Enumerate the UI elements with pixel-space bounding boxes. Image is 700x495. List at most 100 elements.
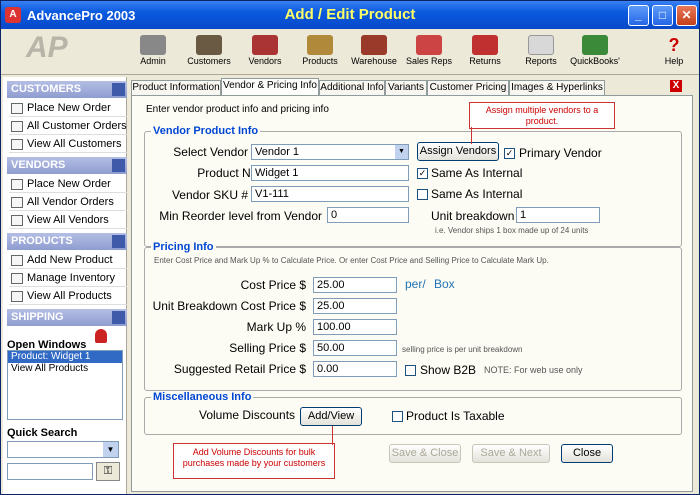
toolbar-label: Sales Reps	[405, 56, 453, 66]
customers-icon	[196, 35, 222, 55]
tab-vendor-pricing[interactable]: Vendor & Pricing Info	[221, 78, 319, 96]
list-item[interactable]: View All Products	[8, 363, 122, 375]
sidebar-item-label: Add New Product	[27, 254, 113, 266]
orders-icon	[11, 197, 23, 208]
pricing-intro: Enter Cost Price and Mark Up % to Calcul…	[154, 256, 549, 265]
assign-vendors-button[interactable]: Assign Vendors	[417, 142, 499, 161]
reports-icon	[528, 35, 554, 55]
sidebar-section-products[interactable]: PRODUCTS	[7, 233, 127, 250]
tab-variants[interactable]: Variants	[385, 80, 427, 96]
tab-images-hyperlinks[interactable]: Images & Hyperlinks	[509, 80, 605, 96]
quick-search-select[interactable]: ▼	[7, 441, 119, 458]
vendors-list-icon	[11, 215, 23, 226]
tab-customer-pricing[interactable]: Customer Pricing	[427, 80, 509, 96]
primary-vendor-checkbox[interactable]: ✓	[504, 148, 515, 159]
toolbar-reports[interactable]: Reports	[515, 33, 567, 73]
collapse-icon[interactable]	[112, 83, 125, 96]
show-b2b-label: Show B2B	[420, 363, 477, 377]
quick-search-title: Quick Search	[7, 427, 78, 439]
logo-icon: AP	[26, 31, 68, 64]
sales-reps-icon	[416, 35, 442, 55]
selling-price-field[interactable]: 50.00	[313, 340, 397, 356]
taxable-checkbox[interactable]	[392, 411, 403, 422]
sidebar-section-shipping[interactable]: SHIPPING	[7, 309, 127, 326]
list-item[interactable]: Product: Widget 1	[8, 351, 122, 363]
title-bar: A AdvancePro 2003 Add / Edit Product _ □…	[1, 1, 699, 29]
toolbar-warehouse[interactable]: Warehouse	[348, 33, 400, 73]
vendors-icon	[252, 35, 278, 55]
toolbar-admin[interactable]: Admin	[127, 33, 179, 73]
key-icon: ⚿	[103, 465, 113, 477]
save-next-button[interactable]: Save & Next	[472, 444, 550, 463]
toolbar-products[interactable]: Products	[294, 33, 346, 73]
b2b-note: NOTE: For web use only	[484, 365, 583, 375]
sidebar-item-place-new-order[interactable]: Place New Order	[9, 100, 127, 117]
orders-icon	[11, 121, 23, 132]
sidebar-item-add-new-product[interactable]: Add New Product	[9, 252, 127, 269]
show-b2b-checkbox[interactable]	[405, 365, 416, 376]
sidebar-item-view-all-customers[interactable]: View All Customers	[9, 136, 127, 153]
pin-icon[interactable]	[95, 329, 107, 343]
open-windows-list[interactable]: Product: Widget 1 View All Products	[7, 350, 123, 420]
maximize-button[interactable]: □	[652, 5, 673, 26]
sidebar-section-customers[interactable]: CUSTOMERS	[7, 81, 127, 98]
quick-search-button[interactable]: ⚿	[96, 462, 120, 481]
chevron-down-icon[interactable]: ▼	[395, 145, 408, 159]
markup-field[interactable]: 100.00	[313, 319, 397, 335]
unit-cost-label: Unit Breakdown Cost Price $	[152, 299, 306, 313]
toolbar-vendors[interactable]: Vendors	[239, 33, 291, 73]
group-label: Pricing Info	[151, 241, 216, 253]
toolbar-sales-reps[interactable]: Sales Reps	[403, 33, 455, 73]
same-as-internal-name-checkbox[interactable]: ✓	[417, 168, 428, 179]
callout-line	[332, 426, 333, 445]
vendor-sku-label: Vendor SKU #	[171, 188, 248, 202]
product-name-field[interactable]: Widget 1	[251, 165, 409, 181]
markup-label: Mark Up %	[246, 320, 306, 334]
select-vendor-dropdown[interactable]: Vendor 1 ▼	[251, 144, 409, 160]
sidebar-item-all-vendor-orders[interactable]: All Vendor Orders	[9, 194, 127, 211]
retail-price-field[interactable]: 0.00	[313, 361, 397, 377]
section-title: CUSTOMERS	[11, 83, 82, 95]
toolbar-label: Reports	[525, 56, 557, 66]
toolbar-quickbooks[interactable]: QuickBooks'	[569, 33, 621, 73]
unit-breakdown-field[interactable]: 1	[516, 207, 600, 223]
customers-list-icon	[11, 139, 23, 150]
collapse-icon[interactable]	[112, 159, 125, 172]
help-icon: ?	[668, 35, 680, 55]
section-title: VENDORS	[11, 159, 66, 171]
vendor-sku-field[interactable]: V1-111	[251, 186, 409, 202]
group-label: Miscellaneous Info	[151, 391, 254, 403]
toolbar-customers[interactable]: Customers	[183, 33, 235, 73]
sidebar-item-manage-inventory[interactable]: Manage Inventory	[9, 270, 127, 287]
sidebar-item-label: Place New Order	[27, 178, 111, 190]
close-window-button[interactable]: ✕	[676, 5, 697, 26]
toolbar-help[interactable]: ? Help	[648, 33, 700, 73]
admin-icon	[140, 35, 166, 55]
chevron-down-icon[interactable]: ▼	[103, 442, 118, 457]
minimize-button[interactable]: _	[628, 5, 649, 26]
sidebar-item-vendor-place-new-order[interactable]: Place New Order	[9, 176, 127, 193]
sidebar-item-view-all-products[interactable]: View All Products	[9, 288, 127, 305]
toolbar-label: Vendors	[248, 56, 282, 66]
sidebar-item-label: View All Products	[27, 290, 112, 302]
collapse-icon[interactable]	[112, 235, 125, 248]
cost-price-field[interactable]: 25.00	[313, 277, 397, 293]
add-view-button[interactable]: Add/View	[300, 407, 362, 426]
unit-cost-field[interactable]: 25.00	[313, 298, 397, 314]
taxable-label: Product Is Taxable	[406, 409, 505, 423]
tab-additional-info[interactable]: Additional Info	[319, 80, 385, 96]
sidebar-item-view-all-vendors[interactable]: View All Vendors	[9, 212, 127, 229]
collapse-icon[interactable]	[112, 311, 125, 324]
quick-search-input[interactable]	[7, 463, 93, 480]
close-button[interactable]: Close	[561, 444, 613, 463]
close-icon[interactable]: X	[670, 80, 682, 92]
warehouse-icon	[361, 35, 387, 55]
same-as-internal-sku-checkbox[interactable]	[417, 189, 428, 200]
tab-product-information[interactable]: Product Information	[131, 80, 221, 96]
sidebar-item-all-customer-orders[interactable]: All Customer Orders	[9, 118, 127, 135]
min-reorder-field[interactable]: 0	[327, 207, 409, 223]
toolbar-returns[interactable]: Returns	[459, 33, 511, 73]
per-label: per/	[405, 277, 426, 291]
sidebar-section-vendors[interactable]: VENDORS	[7, 157, 127, 174]
save-close-button[interactable]: Save & Close	[389, 444, 461, 463]
